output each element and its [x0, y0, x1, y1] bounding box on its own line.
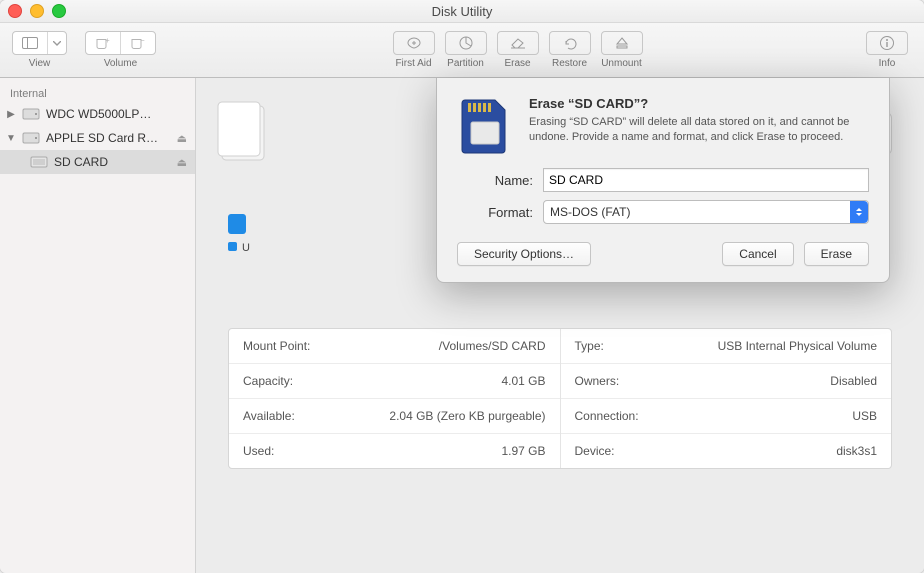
volume-info-grid: Mount Point:/Volumes/SD CARD Capacity:4.… — [228, 328, 892, 469]
first-aid-button[interactable] — [393, 31, 435, 55]
cancel-button[interactable]: Cancel — [722, 242, 793, 266]
titlebar: Disk Utility — [0, 0, 924, 23]
sidebar-item-label: APPLE SD Card R… — [46, 131, 171, 145]
fullscreen-window-button[interactable] — [52, 4, 66, 18]
erase-icon — [509, 36, 527, 50]
volume-label: Volume — [104, 58, 137, 69]
sidebar: Internal ▶ WDC WD5000LP… ▼ APPLE SD Card… — [0, 78, 196, 573]
unmount-button[interactable] — [601, 31, 643, 55]
partition-button[interactable] — [445, 31, 487, 55]
window-title: Disk Utility — [0, 4, 924, 19]
name-input[interactable] — [543, 168, 869, 192]
hdd-icon — [22, 107, 40, 121]
svg-text:+: + — [105, 36, 110, 45]
info-row: Available:2.04 GB (Zero KB purgeable) — [229, 399, 560, 434]
info-row: Mount Point:/Volumes/SD CARD — [229, 329, 560, 364]
sidebar-item-label: WDC WD5000LP… — [46, 107, 187, 121]
info-icon — [879, 35, 895, 51]
info-row: Capacity:4.01 GB — [229, 364, 560, 399]
format-select[interactable]: MS-DOS (FAT) — [543, 200, 869, 224]
info-row: Used:1.97 GB — [229, 434, 560, 468]
first-aid-label: First Aid — [395, 58, 431, 69]
chevron-down-icon — [53, 41, 61, 46]
hdd-icon — [22, 131, 40, 145]
erase-label: Erase — [504, 58, 530, 69]
info-row: Owners:Disabled — [561, 364, 892, 399]
minimize-window-button[interactable] — [30, 4, 44, 18]
sidebar-item-sd-card[interactable]: SD CARD ⏏ — [0, 150, 195, 174]
info-button[interactable] — [866, 31, 908, 55]
volume-group: + − Volume — [85, 31, 156, 69]
view-menu-button[interactable] — [48, 32, 66, 54]
first-aid-icon — [405, 36, 423, 50]
volume-add-icon: + — [95, 36, 111, 50]
add-volume-button[interactable]: + — [86, 32, 121, 54]
info-label: Info — [879, 58, 896, 69]
volume-remove-icon: − — [130, 36, 146, 50]
erase-confirm-button[interactable]: Erase — [804, 242, 869, 266]
usage-legend: U — [228, 242, 250, 254]
disclosure-triangle-icon[interactable]: ▼ — [6, 133, 16, 144]
restore-button[interactable] — [549, 31, 591, 55]
sidebar-item-label: SD CARD — [54, 155, 171, 169]
format-value: MS-DOS (FAT) — [550, 205, 630, 219]
eject-icon — [615, 36, 629, 50]
volume-icon — [30, 155, 48, 169]
usage-bar-segment — [228, 214, 246, 234]
sheet-title: Erase “SD CARD”? — [529, 96, 869, 111]
partition-icon — [458, 35, 474, 51]
sidebar-item-wdc[interactable]: ▶ WDC WD5000LP… — [0, 102, 195, 126]
traffic-lights — [8, 4, 66, 18]
unmount-label: Unmount — [601, 58, 642, 69]
close-window-button[interactable] — [8, 4, 22, 18]
toolbar: View + − Volume First Aid Pa — [0, 23, 924, 78]
restore-icon — [562, 36, 578, 50]
info-row: Device:disk3s1 — [561, 434, 892, 468]
sidebar-icon — [22, 37, 38, 49]
erase-button[interactable] — [497, 31, 539, 55]
svg-text:−: − — [140, 36, 145, 45]
erase-sheet: Erase “SD CARD”? Erasing “SD CARD” will … — [436, 78, 890, 283]
legend-swatch-icon — [228, 242, 237, 251]
disclosure-triangle-icon[interactable]: ▶ — [6, 109, 16, 120]
restore-label: Restore — [552, 58, 587, 69]
sidebar-section-internal: Internal — [0, 84, 195, 102]
security-options-button[interactable]: Security Options… — [457, 242, 591, 266]
select-arrows-icon — [850, 201, 868, 223]
name-label: Name: — [457, 173, 533, 188]
info-row: Type:USB Internal Physical Volume — [561, 329, 892, 364]
view-label: View — [29, 58, 51, 69]
partition-label: Partition — [447, 58, 484, 69]
format-label: Format: — [457, 205, 533, 220]
main-content: 4.01 GB U Mount Point:/Volumes/SD CARD C… — [196, 78, 924, 573]
app-window: Disk Utility View + − — [0, 0, 924, 573]
sidebar-item-apple-sd-reader[interactable]: ▼ APPLE SD Card R… ⏏ — [0, 126, 195, 150]
sd-card-icon — [457, 96, 513, 154]
eject-icon[interactable]: ⏏ — [177, 156, 187, 169]
sidebar-toggle-button[interactable] — [13, 32, 48, 54]
eject-icon[interactable]: ⏏ — [177, 132, 187, 145]
info-row: Connection:USB — [561, 399, 892, 434]
legend-label: U — [242, 242, 250, 254]
sheet-message: Erasing “SD CARD” will delete all data s… — [529, 115, 869, 146]
remove-volume-button[interactable]: − — [121, 32, 155, 54]
view-group: View — [12, 31, 67, 69]
volume-hero-icon — [216, 100, 276, 170]
